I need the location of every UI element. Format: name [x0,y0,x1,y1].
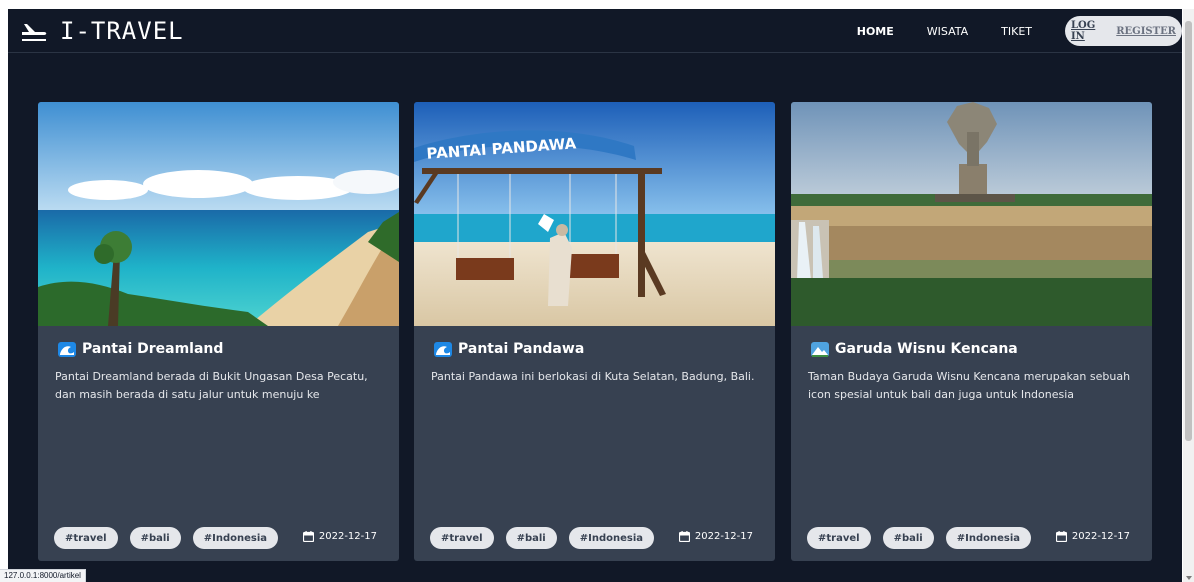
nav-link-tiket[interactable]: TIKET [1001,25,1032,38]
wave-emoji-icon [434,341,452,357]
card-title[interactable]: Pantai Dreamland [82,341,223,357]
card-date-text: 2022-12-17 [694,531,753,542]
tag-indonesia[interactable]: #Indonesia [945,527,1031,549]
brand-name: I-TRAVEL [60,16,184,45]
tag-travel[interactable]: #travel [54,527,118,549]
tag-bali[interactable]: #bali [129,527,181,549]
auth-pill: LOG IN REGISTER [1065,16,1182,46]
card-title[interactable]: Pantai Pandawa [458,341,584,357]
scroll-down-arrow-icon[interactable] [1186,576,1192,580]
tag-travel[interactable]: #travel [430,527,494,549]
article-card-gwk[interactable]: Garuda Wisnu Kencana Taman Budaya Garuda… [791,102,1152,561]
card-date-text: 2022-12-17 [1071,531,1130,542]
card-title-row: Pantai Dreamland [58,341,223,357]
card-date: 2022-12-17 [1055,531,1130,542]
calendar-icon [678,531,690,542]
card-image-gwk [791,102,1152,326]
card-title[interactable]: Garuda Wisnu Kencana [835,341,1018,357]
navbar: I-TRAVEL HOME WISATA TIKET LOG IN REGIST… [8,9,1182,53]
card-title-row: Garuda Wisnu Kencana [811,341,1018,357]
card-image-pandawa: PANTAI PANDAWA [414,102,775,326]
card-date-text: 2022-12-17 [318,531,377,542]
nav-links: HOME WISATA TIKET LOG IN REGISTER [857,9,1182,53]
article-card-pandawa[interactable]: PANTAI PANDAWA Pantai Pandawa Pantai Pan… [414,102,775,561]
status-bar-url: 127.0.0.1:8000/artikel [0,569,86,582]
vertical-scrollbar[interactable] [1183,9,1194,582]
card-tags: #travel #bali #Indonesia [54,527,290,549]
register-link[interactable]: REGISTER [1116,26,1176,37]
tag-travel[interactable]: #travel [807,527,871,549]
calendar-icon [1055,531,1067,542]
tag-bali[interactable]: #bali [505,527,557,549]
card-description: Taman Budaya Garuda Wisnu Kencana merupa… [808,370,1131,401]
card-tags: #travel #bali #Indonesia [430,527,666,549]
airplane-icon [22,23,47,41]
card-description: Pantai Pandawa ini berlokasi di Kuta Sel… [431,370,755,383]
card-description: Pantai Dreamland berada di Bukit Ungasan… [55,370,368,401]
card-date: 2022-12-17 [678,531,753,542]
mountain-emoji-icon [811,341,829,357]
tag-bali[interactable]: #bali [882,527,934,549]
scrollbar-thumb[interactable] [1185,21,1192,441]
card-title-row: Pantai Pandawa [434,341,584,357]
brand[interactable]: I-TRAVEL [20,17,184,45]
calendar-icon [302,531,314,542]
card-image-dreamland [38,102,399,326]
wave-emoji-icon [58,341,76,357]
page: I-TRAVEL HOME WISATA TIKET LOG IN REGIST… [8,9,1182,582]
card-tags: #travel #bali #Indonesia [807,527,1043,549]
tag-indonesia[interactable]: #Indonesia [192,527,278,549]
card-date: 2022-12-17 [302,531,377,542]
login-link[interactable]: LOG IN [1071,20,1104,42]
nav-link-home[interactable]: HOME [857,25,894,38]
nav-link-wisata[interactable]: WISATA [927,25,968,38]
tag-indonesia[interactable]: #Indonesia [568,527,654,549]
article-card-dreamland[interactable]: Pantai Dreamland Pantai Dreamland berada… [38,102,399,561]
